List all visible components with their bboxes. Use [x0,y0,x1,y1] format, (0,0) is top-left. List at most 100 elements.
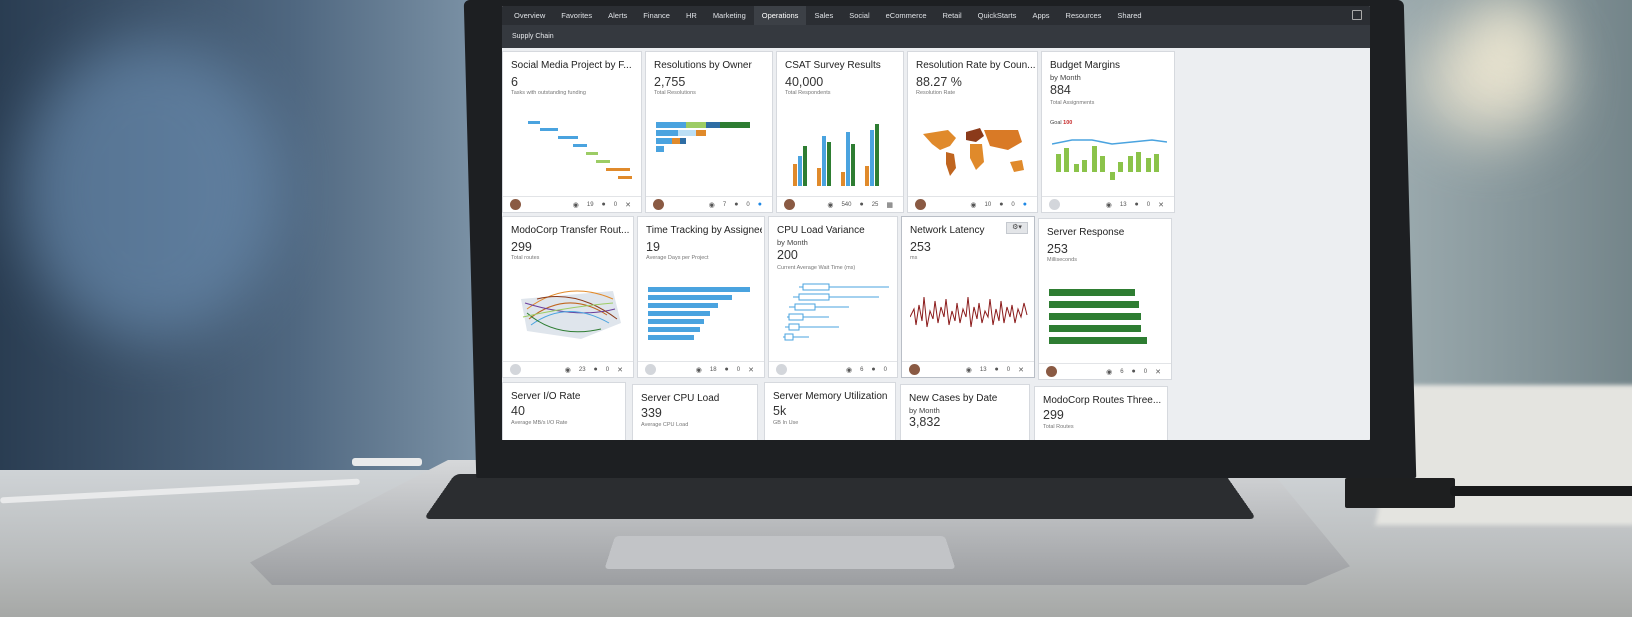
card-subtitle: by Month [1050,73,1081,82]
card-desc: Current Average Wait Time (ms) [777,265,856,271]
card-budget-margins[interactable]: Budget Margins by Month 884 Total Assign… [1041,51,1175,213]
card-desc: Average CPU Load [641,422,689,428]
nav-tab-apps[interactable]: Apps [1024,6,1057,25]
comment-icon[interactable]: ● [734,201,738,208]
avatar[interactable] [909,364,920,375]
nav-tab-sales[interactable]: Sales [806,6,841,25]
comment-icon[interactable]: ● [725,366,729,373]
pin-icon[interactable]: ✕ [1155,368,1161,376]
nav-tab-operations[interactable]: Operations [753,6,807,25]
avatar[interactable] [1046,366,1057,377]
view-count: 540 [841,201,852,208]
comment-icon[interactable]: ● [995,366,999,373]
nav-tab-retail[interactable]: Retail [934,6,969,25]
comment-icon[interactable]: ● [602,201,606,208]
comment-count: 0 [736,366,741,373]
bar-segment [720,122,750,128]
avatar[interactable] [784,199,795,210]
nav-tab-resources[interactable]: Resources [1058,6,1110,25]
calendar-icon[interactable]: ▦ [886,201,893,209]
card-time-tracking-by-assignee[interactable]: Time Tracking by Assignee 19 Average Day… [637,216,765,378]
avatar[interactable] [776,364,787,375]
power-cord [1450,486,1632,496]
comment-icon[interactable]: ● [999,201,1003,208]
card-server-cpu-load[interactable]: Server CPU Load 339 Average CPU Load [632,384,758,440]
avatar[interactable] [510,364,521,375]
nav-tab-overview[interactable]: Overview [506,6,553,25]
card-new-cases-by-date[interactable]: New Cases by Date by Month 3,832 [900,384,1030,440]
gantt-bar [618,176,632,179]
nav-tab-quickstarts[interactable]: QuickStarts [970,6,1025,25]
eye-icon: ◉ [708,201,715,209]
card-resolutions-by-owner[interactable]: Resolutions by Owner 2,755 Total Resolut… [645,51,773,213]
comment-icon[interactable]: ● [1132,368,1136,375]
pin-icon[interactable]: ✕ [617,366,623,374]
nav-tab-favorites[interactable]: Favorites [553,6,600,25]
share-icon[interactable]: ● [758,201,762,208]
nav-tab-marketing[interactable]: Marketing [705,6,754,25]
eye-icon: ◉ [572,201,579,209]
card-footer: ◉ 13 ● 0 ✕ [1042,196,1174,212]
pin-icon[interactable]: ✕ [1018,366,1024,374]
view-count: 19 [586,201,594,208]
card-resolution-rate-by-country[interactable]: Resolution Rate by Coun... 88.27 % Resol… [907,51,1038,213]
nav-tab-social[interactable]: Social [841,6,877,25]
card-desc: Resolution Rate [916,90,956,96]
card-modocorp-transfer-routes[interactable]: ModoCorp Transfer Rout... 299 Total rout… [502,216,634,378]
pin-icon[interactable]: ✕ [1158,201,1164,209]
comment-count: 25 [871,201,879,208]
nav-tab-hr[interactable]: HR [678,6,705,25]
card-title: New Cases by Date [909,393,998,404]
card-title: Server CPU Load [641,393,720,404]
card-server-io-rate[interactable]: Server I/O Rate 40 Average MB/s I/O Rate [502,382,626,440]
pin-icon[interactable]: ✕ [748,366,754,374]
comment-icon[interactable]: ● [871,366,875,373]
avatar[interactable] [653,199,664,210]
avatar[interactable] [915,199,926,210]
avatar[interactable] [1049,199,1060,210]
nav-tab-finance[interactable]: Finance [635,6,678,25]
card-server-response[interactable]: Server Response 253 Milliseconds ◉ 6 ● 0 ✕ [1038,218,1172,380]
bar-group [841,132,855,186]
card-desc: Average MB/s I/O Rate [511,420,568,426]
goal-text: Goal [1050,120,1062,126]
comment-icon[interactable]: ● [859,201,863,208]
wrench-icon[interactable]: ⚙▾ [1006,222,1028,234]
card-value: 19 [646,240,660,254]
card-csat-survey-results[interactable]: CSAT Survey Results 40,000 Total Respond… [776,51,904,213]
card-modocorp-routes-three[interactable]: ModoCorp Routes Three... 299 Total Route… [1034,386,1168,440]
card-social-media-project[interactable]: Social Media Project by F... 6 Tasks wit… [502,51,642,213]
gantt-bar [606,168,630,171]
comment-icon[interactable]: ● [594,366,598,373]
card-desc: GB In Use [773,420,799,426]
photo-scene: Overview Favorites Alerts Finance HR Marketin… [0,0,1632,617]
map-region [946,152,956,176]
avatar[interactable] [645,364,656,375]
card-server-memory-utilization[interactable]: Server Memory Utilization 5k GB In Use [764,382,896,440]
gantt-bar [573,144,587,147]
nav-tab-shared[interactable]: Shared [1109,6,1149,25]
card-footer: ◉ 7 ● 0 ● [646,196,772,212]
goal-label: Goal 100 [1050,120,1072,126]
card-value: 884 [1050,83,1071,97]
card-footer: ◉ 10 ● 0 ● [908,196,1037,212]
nav-tab-ecommerce[interactable]: eCommerce [878,6,935,25]
card-network-latency[interactable]: Network Latency ⚙▾ 253 ms ◉ 13 ● 0 ✕ [901,216,1035,378]
nav-tab-alerts[interactable]: Alerts [600,6,635,25]
card-value: 253 [1047,242,1068,256]
card-cpu-load-variance[interactable]: CPU Load Variance by Month 200 Current A… [768,216,898,378]
card-value: 40 [511,404,525,418]
subnav-tab-supply-chain[interactable]: Supply Chain [512,33,554,40]
eye-icon: ◉ [845,366,853,374]
card-footer: ◉ 6 ● 0 [769,361,897,377]
pin-icon[interactable]: ✕ [625,201,631,209]
card-desc: Total Resolutions [654,90,696,96]
card-desc: Tasks with outstanding funding [511,90,586,96]
avatar[interactable] [510,199,521,210]
card-desc: Total Assignments [1050,100,1095,106]
eye-icon: ◉ [1105,201,1112,209]
expand-icon[interactable] [1352,10,1362,20]
share-icon[interactable]: ● [1023,201,1027,208]
card-footer: ◉ 540 ● 25 ▦ [777,196,903,212]
comment-icon[interactable]: ● [1135,201,1139,208]
